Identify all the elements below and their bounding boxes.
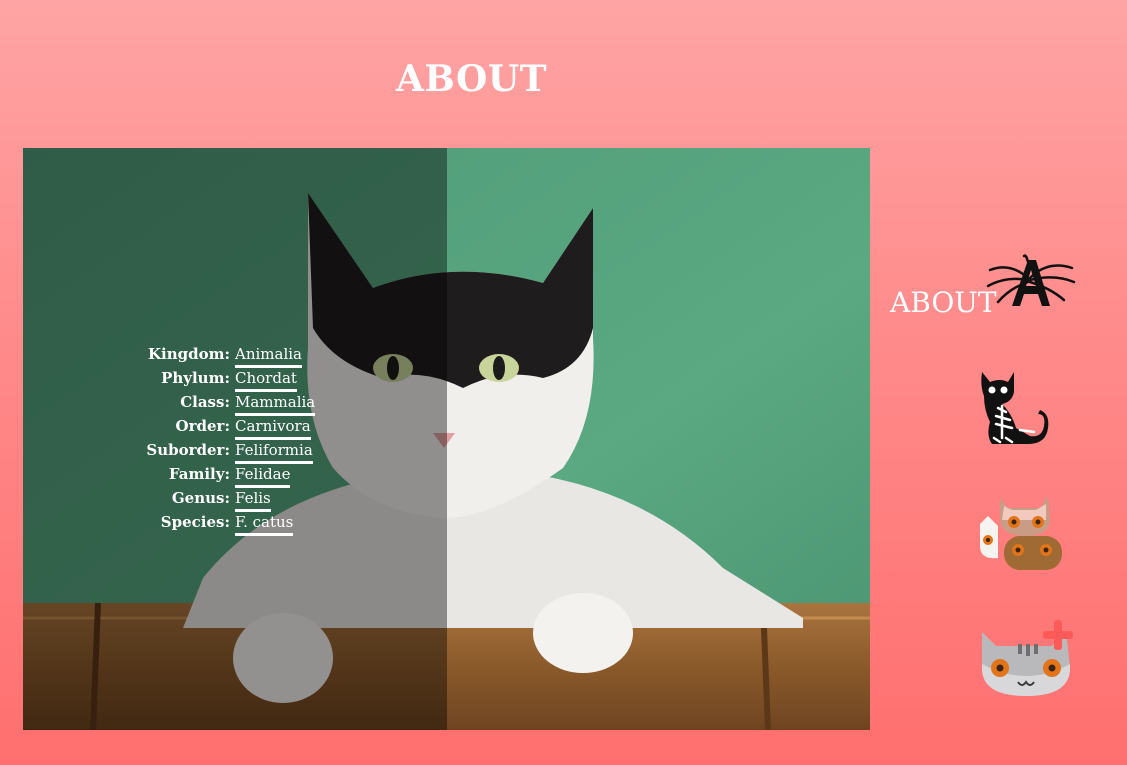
taxonomy-link-genus[interactable]: Felis xyxy=(235,488,271,512)
taxonomy-link-family[interactable]: Felidae xyxy=(235,464,291,488)
taxonomy-row-suborder: Suborder: Feliformia xyxy=(23,440,447,464)
side-nav: ABOUT xyxy=(880,240,1127,720)
taxonomy-label: Kingdom: xyxy=(147,345,230,363)
taxonomy-row-kingdom: Kingdom: Animalia xyxy=(23,344,447,368)
skeleton-cat-icon[interactable] xyxy=(976,366,1052,448)
grey-cat-plus-icon[interactable] xyxy=(978,618,1088,700)
taxonomy-label: Class: xyxy=(180,393,230,411)
nav-about-link[interactable]: ABOUT xyxy=(890,286,997,319)
taxonomy-link-suborder[interactable]: Feliformia xyxy=(235,440,313,464)
taxonomy-link-kingdom[interactable]: Animalia xyxy=(235,344,302,368)
taxonomy-label: Phylum: xyxy=(161,369,230,387)
taxonomy-link-phylum[interactable]: Chordat xyxy=(235,368,297,392)
taxonomy-list: Kingdom: Animalia Phylum: Chordat Class:… xyxy=(23,344,447,536)
cat-hero-image: Kingdom: Animalia Phylum: Chordat Class:… xyxy=(23,148,870,730)
taxonomy-link-class[interactable]: Mammalia xyxy=(235,392,316,416)
taxonomy-row-species: Species: F. catus xyxy=(23,512,447,536)
taxonomy-label: Genus: xyxy=(171,489,230,507)
taxonomy-label: Order: xyxy=(175,417,230,435)
taxonomy-label: Suborder: xyxy=(146,441,230,459)
taxonomy-row-order: Order: Carnivora xyxy=(23,416,447,440)
taxonomy-link-order[interactable]: Carnivora xyxy=(235,416,311,440)
taxonomy-label: Species: xyxy=(160,513,230,531)
info-overlay: Kingdom: Animalia Phylum: Chordat Class:… xyxy=(23,148,447,730)
taxonomy-row-phylum: Phylum: Chordat xyxy=(23,368,447,392)
taxonomy-row-class: Class: Mammalia xyxy=(23,392,447,416)
spider-letter-a-icon[interactable] xyxy=(984,252,1076,310)
page-title: ABOUT xyxy=(396,58,548,100)
taxonomy-link-species[interactable]: F. catus xyxy=(235,512,294,536)
taxonomy-row-genus: Genus: Felis xyxy=(23,488,447,512)
taxonomy-row-family: Family: Felidae xyxy=(23,464,447,488)
taxonomy-label: Family: xyxy=(168,465,230,483)
cat-couple-icon[interactable] xyxy=(978,492,1064,574)
